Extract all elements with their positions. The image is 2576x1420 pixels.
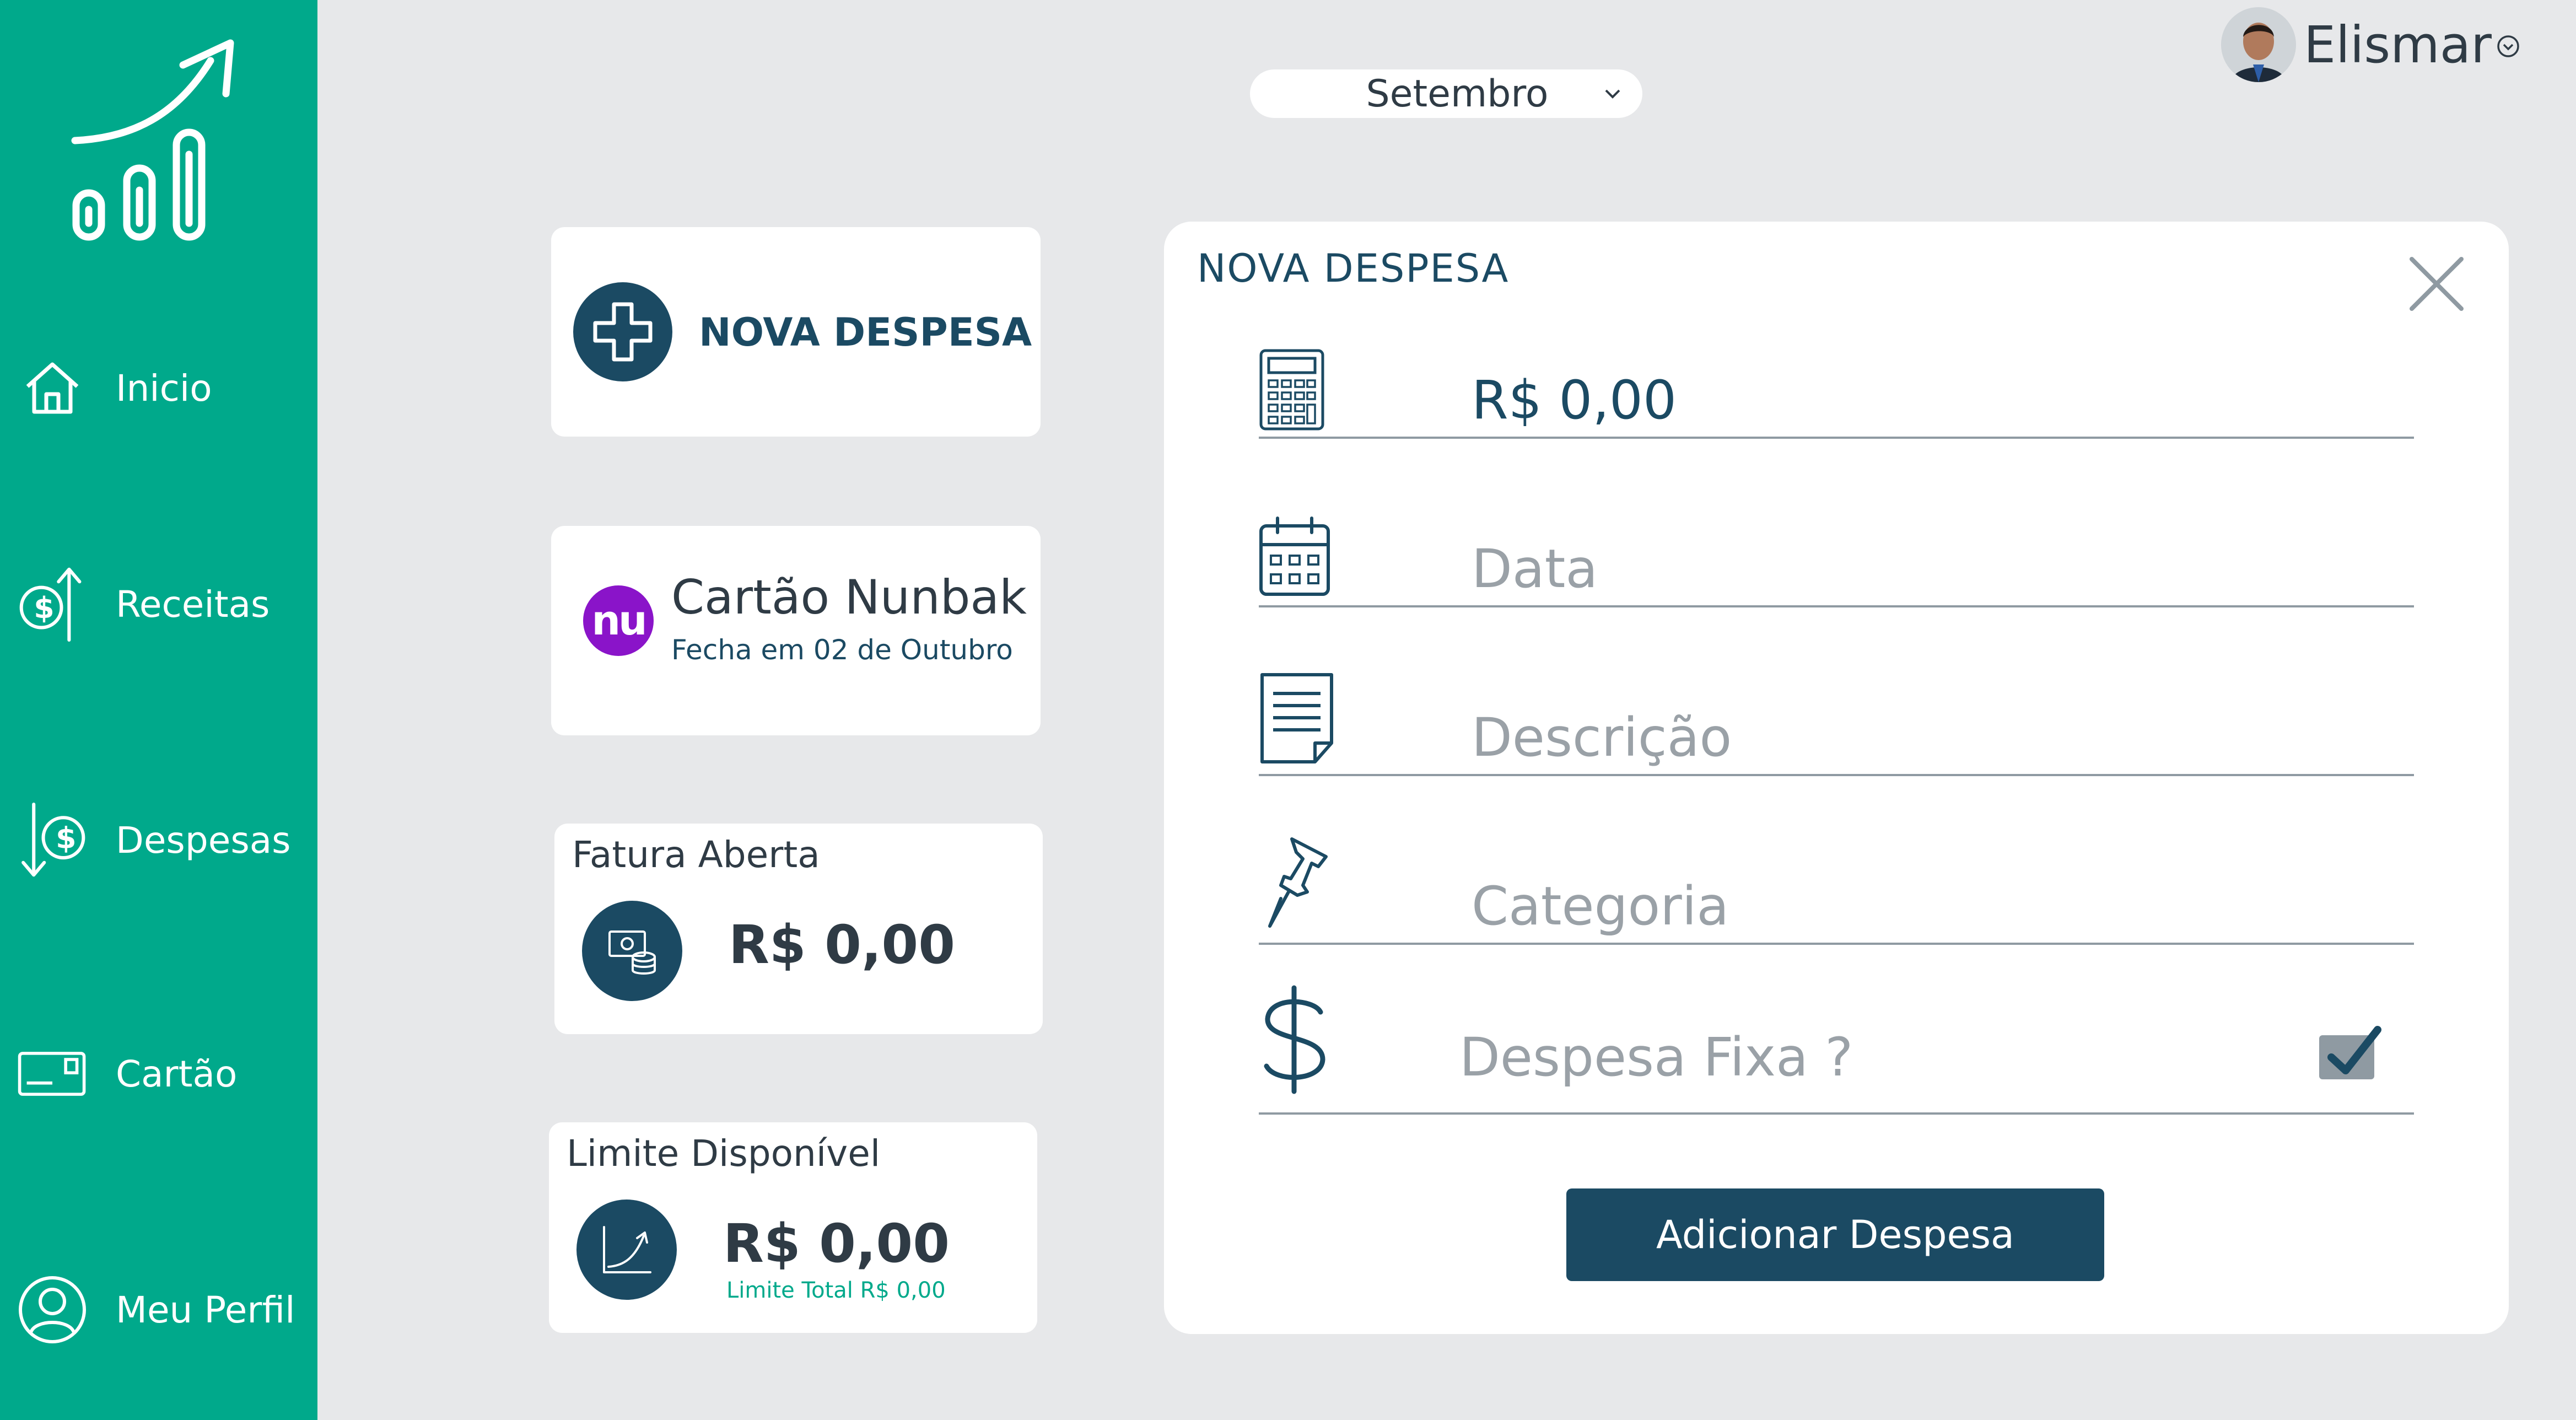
date-input[interactable]	[1472, 536, 2375, 602]
document-icon	[1259, 671, 1336, 767]
sidebar-item-inicio[interactable]: Inicio	[17, 333, 314, 443]
form-title: NOVA DESPESA	[1197, 246, 1510, 291]
calendar-icon	[1259, 515, 1330, 600]
money-down-icon: $	[17, 790, 88, 890]
dollar-icon	[1259, 985, 1330, 1097]
description-field	[1259, 666, 2414, 776]
category-input[interactable]	[1472, 873, 2375, 939]
card-name: Cartão Nunbak	[671, 570, 1027, 625]
description-input[interactable]	[1472, 704, 2375, 771]
sidebar-item-cartao[interactable]: Cartão	[17, 1019, 314, 1129]
user-menu[interactable]: Elismar	[2221, 3, 2520, 86]
sidebar-item-label: Receitas	[116, 583, 270, 626]
home-icon	[17, 338, 88, 438]
open-invoice-card: Fatura Aberta R$ 0,00	[554, 824, 1043, 1034]
fixed-expense-checkbox[interactable]	[2317, 1021, 2383, 1087]
avatar	[2221, 7, 2296, 82]
cash-coins-icon	[582, 901, 682, 1001]
plus-icon	[573, 282, 672, 384]
svg-text:$: $	[56, 821, 76, 856]
available-limit-value: R$ 0,00	[723, 1213, 950, 1274]
card-icon	[17, 1024, 88, 1123]
sidebar-item-label: Cartão	[116, 1052, 238, 1095]
user-name: Elismar	[2304, 15, 2492, 74]
pushpin-icon	[1259, 835, 1330, 936]
sidebar-item-label: Meu Perfil	[116, 1288, 295, 1331]
open-invoice-title: Fatura Aberta	[572, 833, 820, 876]
sidebar-item-label: Despesas	[116, 819, 291, 862]
svg-text:$: $	[34, 590, 54, 625]
credit-card-card[interactable]: nu Cartão Nunbak Fecha em 02 de Outubro	[551, 526, 1041, 735]
new-expense-form: NOVA DESPESA R$ 0,00 Data Descrição Cate…	[1164, 222, 2509, 1334]
month-select[interactable]: Setembro	[1250, 69, 1642, 118]
date-field	[1259, 497, 2414, 607]
sidebar-item-despesas[interactable]: $ Despesas	[17, 785, 314, 895]
new-expense-card[interactable]: NOVA DESPESA	[551, 227, 1041, 437]
add-expense-button[interactable]: Adicionar Despesa	[1566, 1188, 2104, 1281]
amount-input[interactable]	[1472, 367, 2375, 433]
fixed-expense-label: Despesa Fixa ?	[1459, 1026, 1853, 1088]
card-closing-date: Fecha em 02 de Outubro	[671, 634, 1013, 666]
nubank-logo: nu	[583, 585, 654, 656]
total-limit: Limite Total R$ 0,00	[726, 1278, 946, 1303]
growth-chart-icon	[576, 1200, 677, 1300]
close-icon[interactable]	[2406, 254, 2467, 314]
sidebar-item-label: Inicio	[116, 367, 212, 410]
available-limit-card: Limite Disponível R$ 0,00 Limite Total R…	[549, 1122, 1037, 1333]
sidebar-item-meu-perfil[interactable]: Meu Perfil	[17, 1255, 314, 1365]
category-field	[1259, 835, 2414, 945]
money-up-icon: $	[17, 555, 88, 654]
amount-field	[1259, 329, 2414, 439]
calculator-icon	[1259, 348, 1325, 433]
user-icon	[17, 1260, 88, 1359]
fixed-expense-field: Despesa Fixa ?	[1259, 955, 2414, 1115]
sidebar-item-receitas[interactable]: $ Receitas	[17, 549, 314, 659]
open-invoice-value: R$ 0,00	[729, 914, 955, 976]
new-expense-label: NOVA DESPESA	[699, 310, 1032, 355]
sidebar: Inicio $ Receitas $ Despesas Cartão Meu …	[0, 0, 317, 1420]
month-label: Setembro	[1366, 72, 1549, 116]
available-limit-title: Limite Disponível	[567, 1132, 881, 1175]
chevron-down-icon	[1602, 83, 1624, 107]
app-logo	[66, 33, 242, 254]
chevron-down-icon	[2496, 34, 2520, 61]
